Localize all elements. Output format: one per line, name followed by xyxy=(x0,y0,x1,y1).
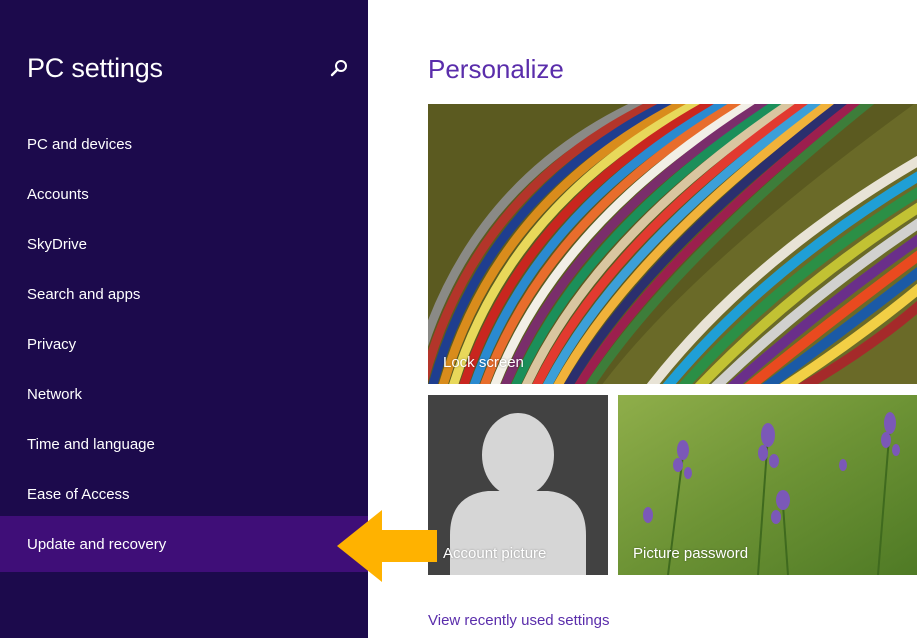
search-button[interactable] xyxy=(328,58,350,80)
sidebar-item-label: Update and recovery xyxy=(27,535,167,553)
lock-screen-label: Lock screen xyxy=(443,354,524,371)
sidebar-item-label: Time and language xyxy=(27,435,155,453)
sidebar: PC settings PC and devices Accounts SkyD… xyxy=(0,0,368,638)
sidebar-item-label: Accounts xyxy=(27,185,89,203)
sidebar-item-label: PC and devices xyxy=(27,135,133,153)
account-picture-tile[interactable]: Account picture xyxy=(428,395,608,575)
pc-settings-window: PC settings PC and devices Accounts SkyD… xyxy=(0,0,917,638)
sidebar-item-label: Ease of Access xyxy=(27,485,130,503)
sidebar-item-label: Network xyxy=(27,385,83,403)
sidebar-nav: PC and devices Accounts SkyDrive Search … xyxy=(0,119,368,572)
sidebar-item-accounts[interactable]: Accounts xyxy=(0,169,368,219)
sidebar-item-pc-and-devices[interactable]: PC and devices xyxy=(0,119,368,169)
sidebar-item-skydrive[interactable]: SkyDrive xyxy=(0,219,368,269)
page-title: Personalize xyxy=(428,54,564,84)
main-content: Personalize Lock screen Account picture … xyxy=(368,0,917,638)
sidebar-item-ease-of-access[interactable]: Ease of Access xyxy=(0,469,368,519)
search-icon xyxy=(330,60,347,77)
picture-password-tile[interactable]: Picture password xyxy=(618,395,917,575)
view-recent-settings-link[interactable]: View recently used settings xyxy=(428,612,610,629)
sidebar-item-network[interactable]: Network xyxy=(0,369,368,419)
sidebar-item-label: Privacy xyxy=(27,335,77,353)
lock-screen-image xyxy=(428,104,917,384)
sidebar-item-update-and-recovery[interactable]: Update and recovery xyxy=(0,516,368,572)
sidebar-title: PC settings xyxy=(27,53,163,83)
picture-password-label: Picture password xyxy=(633,545,749,562)
sidebar-item-label: SkyDrive xyxy=(27,235,88,253)
account-picture-label: Account picture xyxy=(443,545,547,562)
sidebar-item-privacy[interactable]: Privacy xyxy=(0,319,368,369)
lock-screen-tile[interactable]: Lock screen xyxy=(428,104,917,384)
sidebar-item-label: Search and apps xyxy=(27,285,141,303)
sidebar-item-search-and-apps[interactable]: Search and apps xyxy=(0,269,368,319)
sidebar-item-time-and-language[interactable]: Time and language xyxy=(0,419,368,469)
